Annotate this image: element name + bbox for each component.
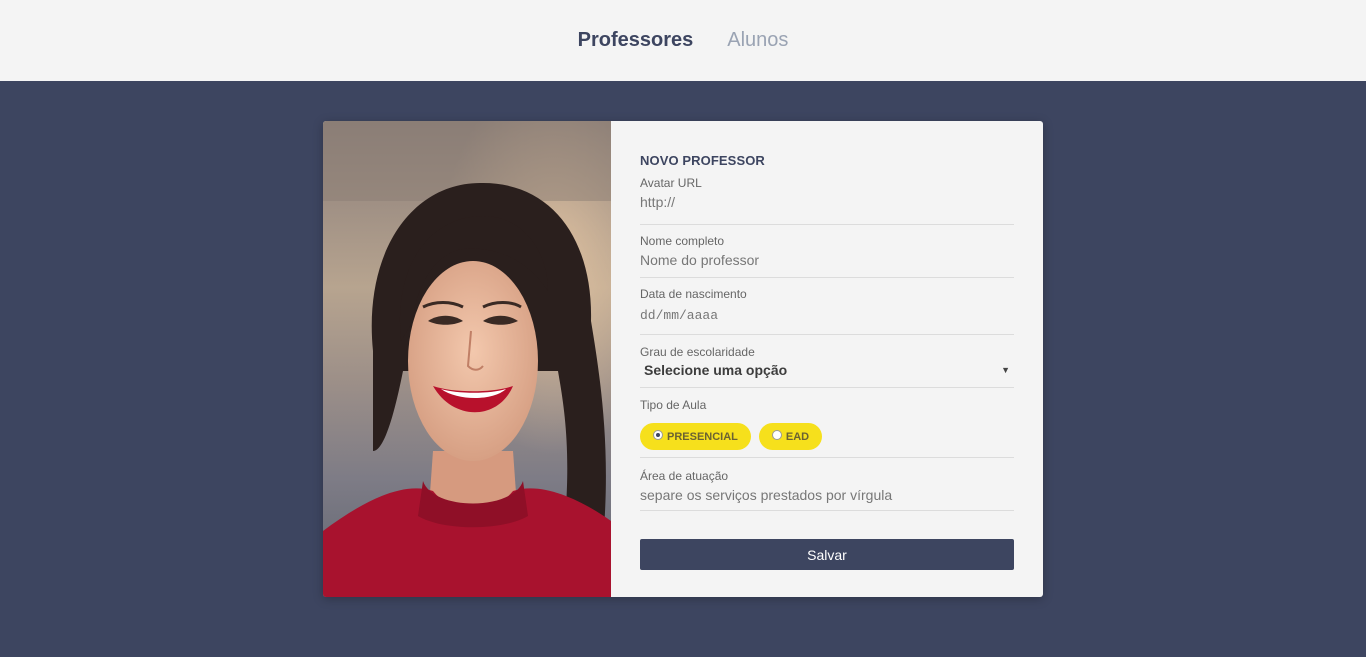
radio-ead-label: EAD	[785, 430, 810, 443]
top-navigation: Professores Alunos	[0, 0, 1366, 81]
class-type-field: Tipo de Aula PRESENCIAL EAD	[640, 388, 1014, 458]
avatar-url-field: Avatar URL	[640, 176, 1014, 225]
birthdate-input[interactable]	[640, 301, 1014, 332]
birthdate-field: Data de nascimento	[640, 278, 1014, 335]
radio-checked-icon[interactable]	[653, 430, 663, 440]
save-button[interactable]: Salvar	[640, 539, 1014, 570]
radio-presencial[interactable]: PRESENCIAL	[640, 423, 751, 450]
avatar-url-input[interactable]	[640, 190, 1014, 216]
birthdate-label: Data de nascimento	[640, 287, 747, 301]
radio-presencial-label: PRESENCIAL	[667, 430, 738, 443]
education-field: Grau de escolaridade Selecione uma opção…	[640, 335, 1014, 388]
caret-down-icon: ▼	[1001, 365, 1010, 375]
radio-unchecked-icon[interactable]	[771, 430, 782, 440]
radio-ead[interactable]: EAD	[758, 423, 823, 450]
nav-link-professores[interactable]: Professores	[578, 29, 694, 52]
form-title: NOVO PROFESSOR	[640, 153, 765, 168]
avatar-url-label: Avatar URL	[640, 176, 702, 190]
full-name-label: Nome completo	[640, 234, 725, 248]
class-type-label: Tipo de Aula	[640, 398, 707, 412]
class-type-radio-group: PRESENCIAL EAD	[640, 423, 1014, 450]
full-name-input[interactable]	[640, 248, 1014, 274]
education-label: Grau de escolaridade	[640, 345, 755, 359]
education-selected-value: Selecione uma opção	[644, 362, 788, 378]
new-teacher-form: NOVO PROFESSOR Avatar URL Nome completo …	[611, 121, 1043, 597]
education-select[interactable]: Selecione uma opção ▼	[640, 359, 1014, 384]
area-label: Área de atuação	[640, 469, 729, 483]
nav-link-alunos[interactable]: Alunos	[727, 29, 788, 52]
full-name-field: Nome completo	[640, 225, 1014, 278]
area-input[interactable]	[640, 483, 1014, 509]
teacher-avatar-photo	[323, 121, 611, 597]
area-field: Área de atuação	[640, 458, 1014, 511]
new-teacher-card: NOVO PROFESSOR Avatar URL Nome completo …	[323, 121, 1043, 597]
